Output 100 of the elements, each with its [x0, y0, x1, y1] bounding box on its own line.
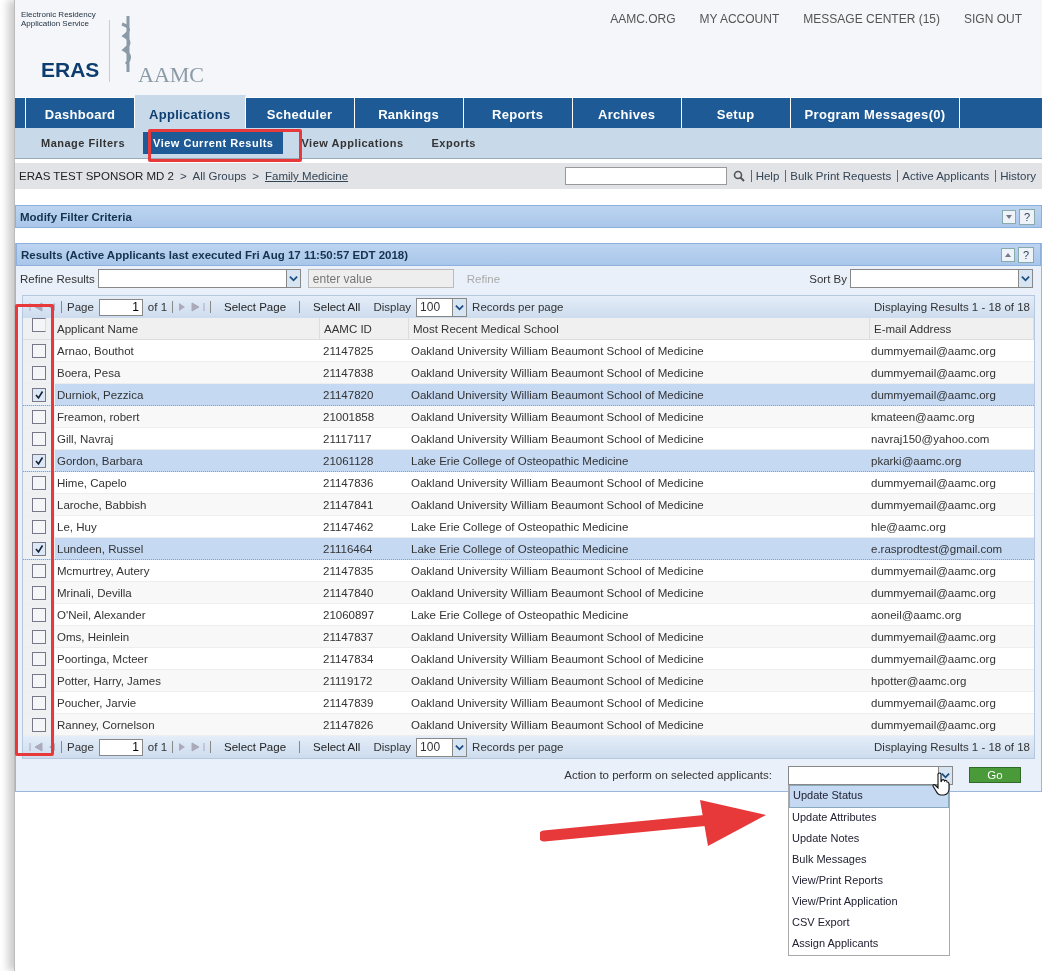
quick-link[interactable]: Bulk Print Requests [785, 170, 892, 182]
table-cell-text: Oakland University William Beaumont School of Medicine [410, 630, 705, 643]
page-label: Page [67, 741, 94, 753]
select-all-link[interactable]: Select All [313, 301, 361, 313]
table-cell-text: Oakland University William Beaumont School of Medicine [410, 718, 705, 731]
table-cell-text: dummyemail@aamc.org [870, 476, 997, 489]
filter-panel-header[interactable]: Modify Filter Criteria ? [15, 205, 1042, 228]
previous-page-icon[interactable] [48, 742, 56, 752]
select-all-checkbox[interactable] [32, 318, 46, 332]
row-checkbox[interactable] [32, 409, 46, 424]
records-label: Records per page [472, 741, 564, 753]
top-link[interactable]: AAMC.ORG [610, 12, 676, 28]
menu-option[interactable]: CSV Export [789, 912, 949, 934]
table-cell-text: Oakland University William Beaumont School of Medicine [410, 432, 705, 445]
panel-title: Results (Active Applicants last executed Fri Aug 17 11:50:57 EDT 2018) [21, 248, 409, 261]
row-checkbox[interactable] [32, 519, 46, 534]
table-cell-text: Mrinali, Devilla [56, 586, 133, 599]
table-cell-text: Gordon, Barbara [56, 454, 144, 467]
table-cell-text: kmateen@aamc.org [870, 410, 976, 423]
table-cell-text: dummyemail@aamc.org [870, 498, 997, 511]
row-checkbox[interactable] [32, 497, 46, 512]
table-cell-text: 21147839 [322, 696, 375, 709]
menu-option[interactable]: Update Attributes [789, 807, 949, 829]
row-checkbox[interactable] [32, 607, 46, 622]
first-page-icon[interactable] [29, 302, 43, 312]
display-label: Display [373, 741, 412, 753]
per-page-dropdown[interactable]: 100 [416, 737, 468, 757]
sub-tab[interactable]: View Current Results [143, 132, 284, 154]
table-cell-text: e.rasprodtest@gmail.com [870, 542, 1004, 555]
table-cell-text: 21147836 [322, 476, 375, 489]
table-cell-text: 21147826 [322, 718, 375, 731]
table-cell-text: 21147820 [322, 388, 375, 401]
table-cell-text: 21147462 [322, 520, 375, 533]
menu-option[interactable]: Assign Applicants [789, 933, 949, 955]
nav-tab[interactable]: Applications [135, 95, 246, 128]
value-field[interactable]: enter value [307, 269, 454, 288]
select-page-link[interactable]: Select Page [224, 741, 287, 753]
row-checkbox[interactable] [32, 343, 46, 358]
logo-title: ERAS [41, 58, 101, 82]
row-checkbox[interactable] [32, 651, 46, 666]
select-page-link[interactable]: Select Page [224, 301, 287, 313]
row-checkbox[interactable] [32, 717, 46, 732]
search-field[interactable] [564, 167, 727, 185]
breadcrumb-link[interactable]: All Groups [192, 170, 247, 182]
sub-tab[interactable]: Manage Filters [31, 132, 136, 154]
table-cell-text: 21147837 [322, 630, 375, 643]
records-label: Records per page [472, 301, 564, 313]
table-cell-text: Le, Huy [56, 520, 98, 533]
quick-link[interactable]: History [995, 170, 1036, 182]
table-cell-text: Lake Erie College of Osteopathic Medicine [410, 542, 630, 555]
table-cell-text: dummyemail@aamc.org [870, 630, 997, 643]
row-checkbox[interactable] [32, 541, 46, 556]
go-button[interactable]: Go [969, 767, 1021, 783]
table-cell-text: Oakland University William Beaumont School of Medicine [410, 344, 705, 357]
table-cell-text: Oakland University William Beaumont School of Medicine [410, 498, 705, 511]
row-checkbox[interactable] [32, 387, 46, 402]
sub-tab[interactable]: View Applications [291, 132, 414, 154]
row-checkbox[interactable] [32, 629, 46, 644]
action-label: Action to perform on selected applicants: [564, 769, 772, 781]
menu-option[interactable]: Update Notes [789, 828, 949, 850]
table-cell-text: 21001858 [322, 410, 376, 423]
table-cell-text: Oakland University William Beaumont School of Medicine [410, 586, 705, 599]
help-button[interactable]: ? [1018, 246, 1034, 263]
table-cell-text: aoneil@aamc.org [870, 608, 963, 621]
row-checkbox[interactable] [32, 431, 46, 446]
previous-page-icon[interactable] [48, 302, 56, 312]
row-checkbox[interactable] [32, 673, 46, 688]
table-cell-text: 21147835 [322, 564, 375, 577]
row-checkbox[interactable] [32, 453, 46, 468]
action-dropdown[interactable] [788, 765, 953, 785]
top-link[interactable]: MY ACCOUNT [699, 12, 780, 28]
table-cell-text: 21119172 [322, 674, 374, 687]
table-cell-text: 21147838 [322, 366, 375, 379]
refine-dropdown[interactable] [97, 269, 301, 288]
help-button[interactable]: ? [1019, 208, 1035, 225]
expand-icon[interactable] [1002, 209, 1016, 224]
per-page-dropdown[interactable]: 100 [416, 297, 468, 317]
table-cell-text: Poortinga, Mcteer [56, 652, 149, 665]
top-link[interactable]: SIGN OUT [964, 12, 1022, 28]
page-field[interactable]: 1 [98, 738, 143, 756]
collapse-icon[interactable] [1001, 247, 1015, 262]
page-field[interactable]: 1 [98, 298, 143, 316]
row-checkbox[interactable] [32, 563, 46, 578]
sort-dropdown[interactable] [850, 269, 1033, 288]
search-icon[interactable] [732, 170, 745, 182]
menu-option[interactable]: View/Print Reports [789, 870, 949, 892]
quick-link[interactable]: Help [750, 170, 780, 182]
table-cell-text: Potter, Harry, James [56, 674, 162, 687]
menu-option[interactable]: Bulk Messages [789, 849, 949, 871]
top-link[interactable]: MESSAGE CENTER (15) [803, 12, 940, 28]
menu-option[interactable]: View/Print Application [789, 891, 949, 913]
table-cell-text: Lundeen, Russel [56, 542, 145, 555]
row-checkbox[interactable] [32, 475, 46, 490]
breadcrumb-link[interactable]: Family Medicine [265, 170, 349, 182]
row-checkbox[interactable] [32, 695, 46, 710]
row-checkbox[interactable] [32, 365, 46, 380]
row-checkbox[interactable] [32, 585, 46, 600]
quick-link[interactable]: Active Applicants [897, 170, 990, 182]
sub-tab[interactable]: Exports [421, 132, 486, 154]
select-all-link[interactable]: Select All [313, 741, 361, 753]
